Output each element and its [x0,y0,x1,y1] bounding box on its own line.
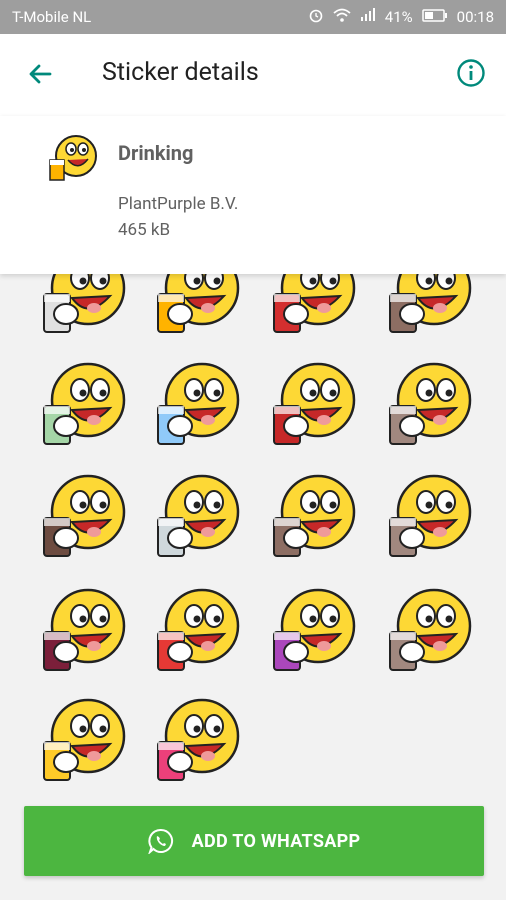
sipping-straw-sticker[interactable] [150,264,246,344]
clock: 00:18 [456,8,494,26]
add-to-whatsapp-label: ADD TO WHATSAPP [191,830,361,852]
add-to-whatsapp-button[interactable]: ADD TO WHATSAPP [24,806,484,876]
alarm-icon [308,7,324,27]
beer-pong-sticker[interactable] [266,264,362,344]
rainbow-cocktail-sticker[interactable] [150,696,246,784]
bar-stools-sticker[interactable] [382,264,478,344]
sticker-grid[interactable] [0,264,506,784]
status-bar: T-Mobile NL 41% 00:18 [0,0,506,34]
signal-icon [360,8,376,26]
whiskey-cheers-sticker[interactable] [382,472,478,568]
red-cocktail-sticker[interactable] [150,586,246,682]
whiskey-glass-sticker[interactable] [382,360,478,456]
martini-sticker[interactable] [150,472,246,568]
whatsapp-icon [147,828,174,856]
iced-tea-sticker[interactable] [382,586,478,682]
arrow-back-icon[interactable] [24,58,56,90]
wifi-icon [333,7,351,27]
cocktail-glass-sticker[interactable] [36,264,132,344]
pack-tray-icon [44,132,100,188]
battery-icon [421,8,448,26]
shots-sticker[interactable] [266,586,362,682]
coconut-drink-sticker[interactable] [266,472,362,568]
page-title: Sticker details [102,58,259,87]
info-icon[interactable] [456,58,486,88]
redhead-wine-sticker[interactable] [266,360,362,456]
beer-bottle-sticker[interactable] [36,472,132,568]
pack-publisher: PlantPurple B.V. [118,194,239,214]
carrier-label: T-Mobile NL [12,8,92,26]
app-bar: Sticker details [0,34,506,116]
mojito-sticker[interactable] [36,360,132,456]
pack-name: Drinking [118,141,194,165]
red-wine-sticker[interactable] [36,586,132,682]
battery-percentage: 41% [384,8,413,26]
pack-size: 465 kB [118,220,171,240]
blonde-bar-sticker[interactable] [150,360,246,456]
beer-glass-sticker[interactable] [36,696,132,784]
sticker-pack-header: Drinking PlantPurple B.V. 465 kB [0,116,506,274]
